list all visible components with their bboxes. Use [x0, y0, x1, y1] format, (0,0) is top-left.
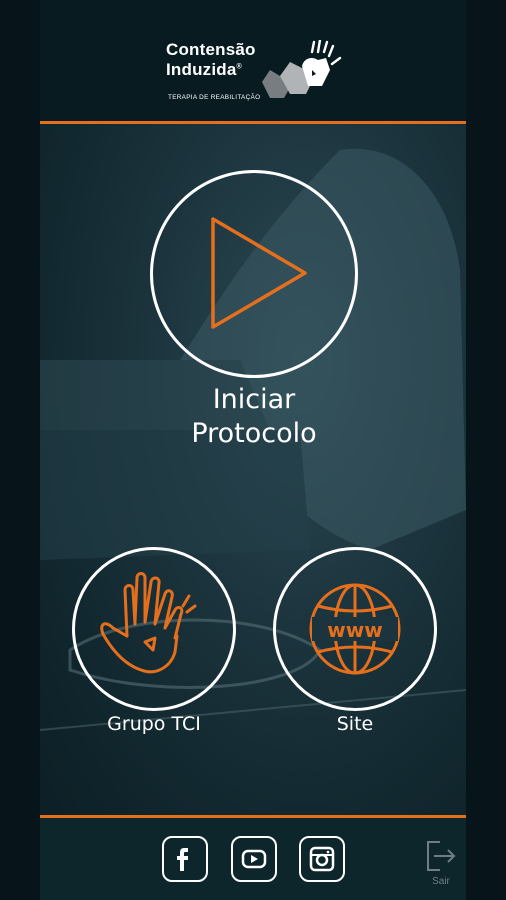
- hand-icon: [100, 572, 197, 674]
- instagram-button[interactable]: [299, 836, 345, 882]
- start-protocol-label[interactable]: Iniciar Protocolo: [140, 383, 368, 451]
- facebook-icon: [177, 848, 188, 871]
- instagram-icon: [309, 846, 335, 872]
- youtube-icon: [241, 849, 267, 869]
- play-icon: [211, 217, 307, 329]
- globe-www-icon: www: [309, 583, 401, 675]
- site-button[interactable]: www: [273, 547, 437, 711]
- svg-text:www: www: [327, 618, 382, 642]
- exit-button[interactable]: Sair: [422, 838, 460, 888]
- exit-icon: [427, 841, 456, 871]
- site-label[interactable]: Site: [273, 713, 437, 735]
- exit-label: Sair: [432, 876, 450, 887]
- grupo-tci-label[interactable]: Grupo TCI: [72, 713, 236, 735]
- footer-divider: [40, 815, 466, 818]
- app-logo: Contensão Induzida® TERAPIA DE REABILITA…: [166, 40, 356, 110]
- grupo-tci-button[interactable]: [72, 547, 236, 711]
- header-divider: [40, 121, 466, 124]
- start-protocol-button[interactable]: [150, 170, 358, 378]
- hands-logo-icon: [262, 40, 342, 98]
- right-margin: [466, 0, 506, 900]
- logo-title-line2: Induzida®: [166, 60, 242, 79]
- youtube-button[interactable]: [231, 836, 277, 882]
- app-screen: Contensão Induzida® TERAPIA DE REABILITA…: [0, 0, 506, 900]
- logo-tagline: TERAPIA DE REABILITAÇÃO: [168, 94, 261, 101]
- logo-title-line1: Contensão: [166, 40, 256, 59]
- left-margin: [0, 0, 40, 900]
- facebook-button[interactable]: [162, 836, 208, 882]
